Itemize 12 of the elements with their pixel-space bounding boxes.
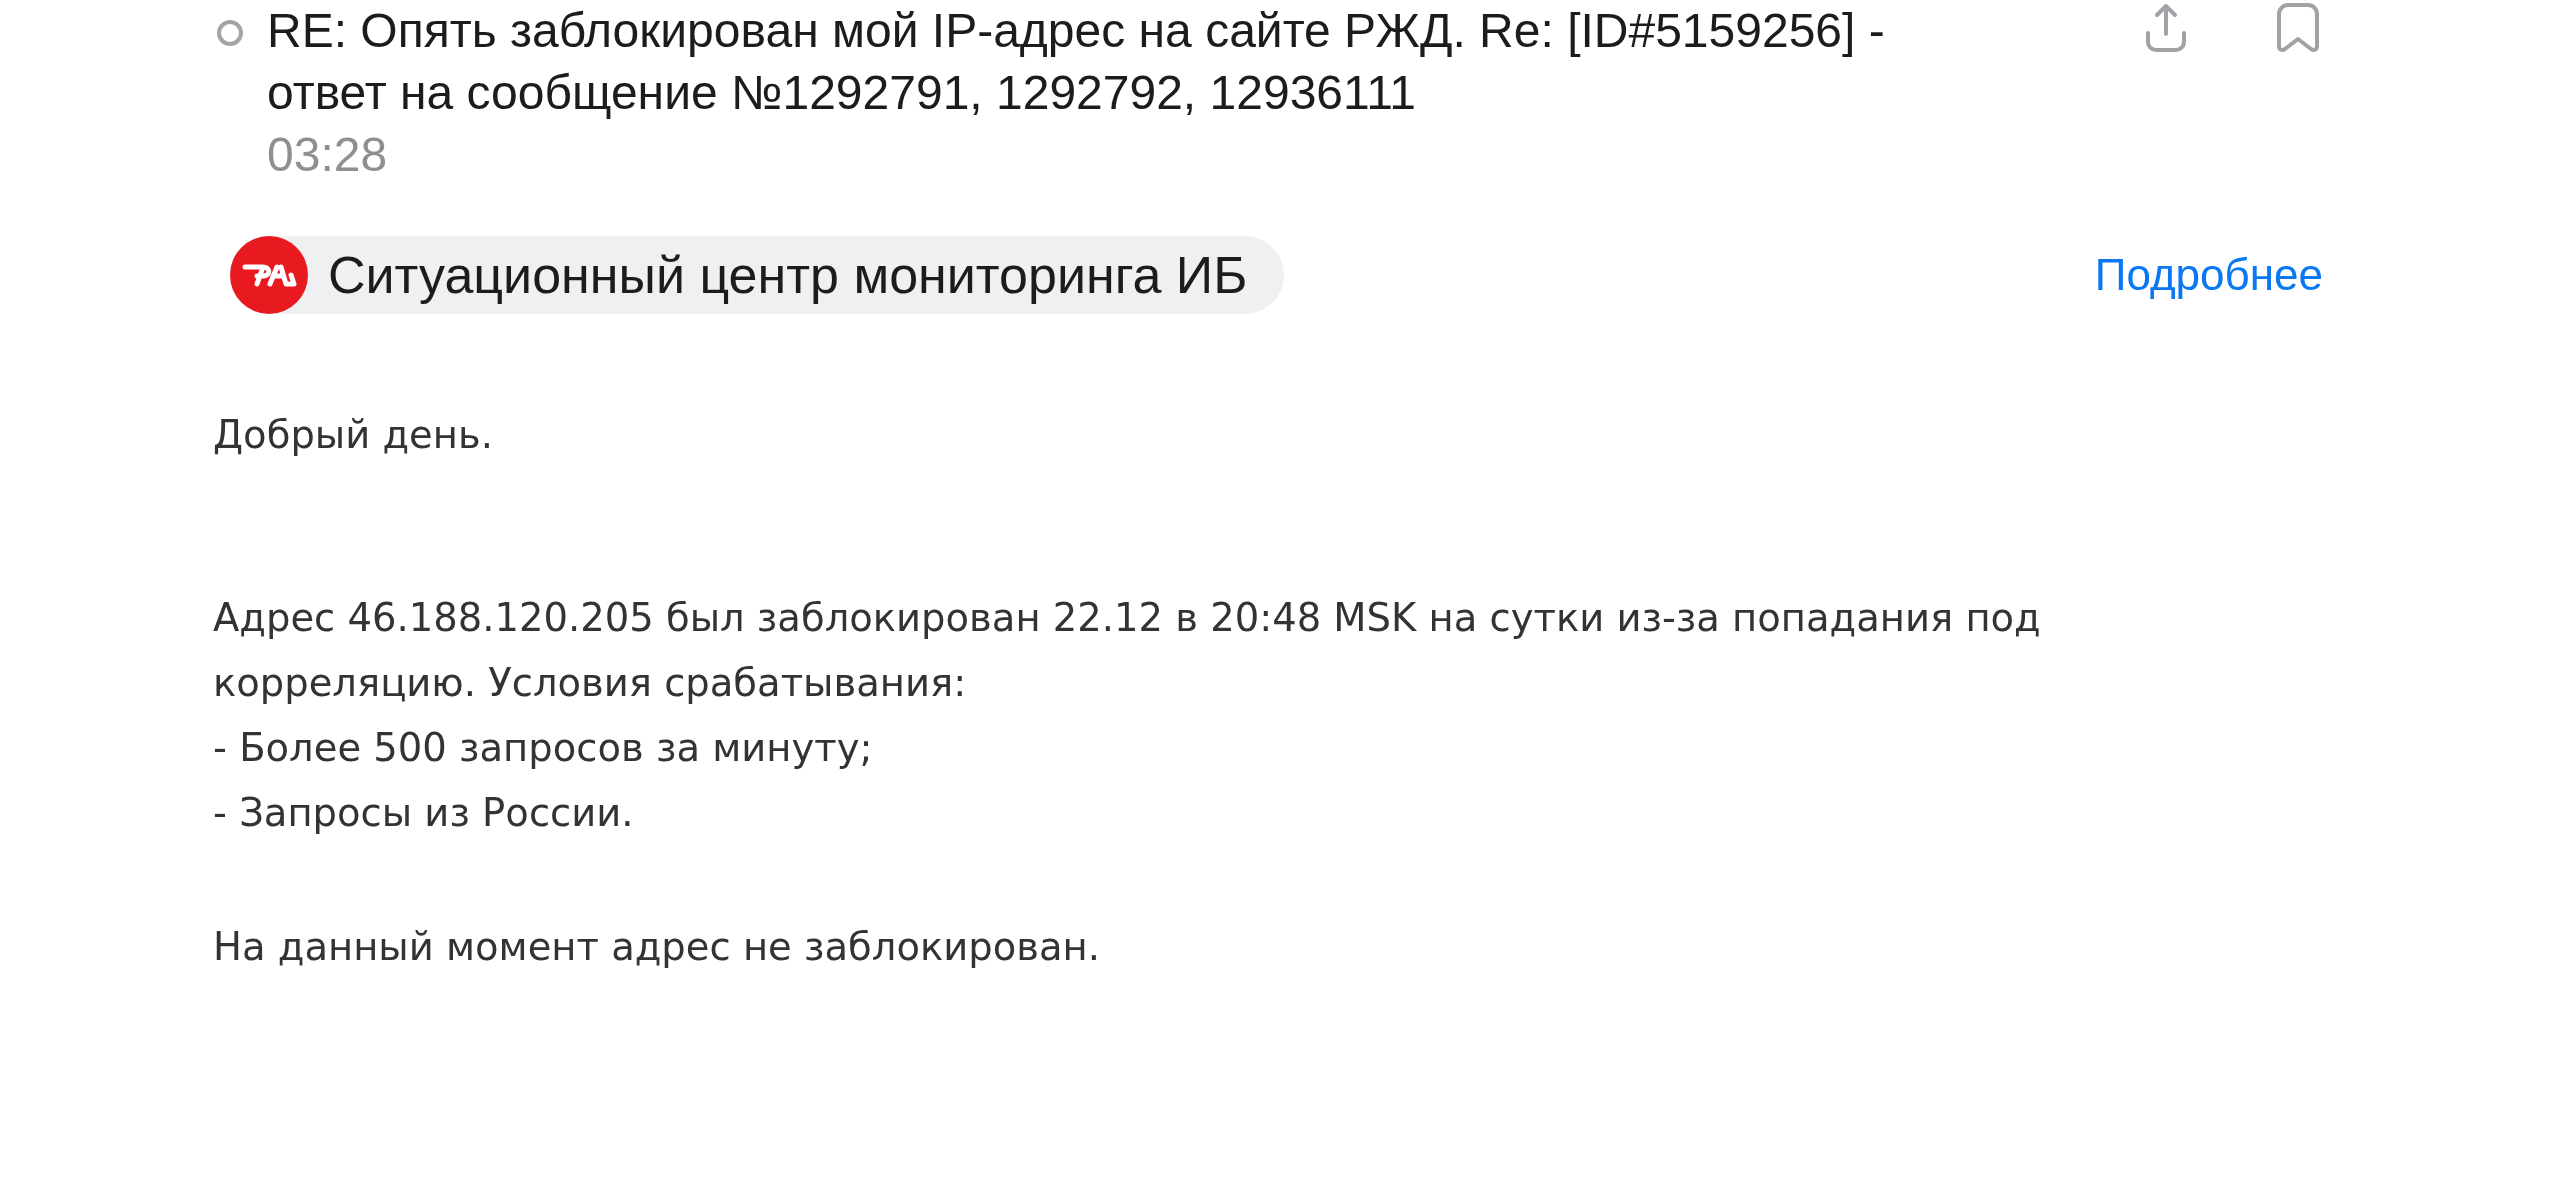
body-text: - Более 500 запросов за минуту; [213,724,874,772]
bookmark-icon[interactable] [2277,3,2319,53]
message-time: 03:28 [267,127,388,183]
body-text: Адрес 46.188.120.205 был заблокирован 22.12 в 20:48 MSK на сутки из-за попадания под корреляцию. Условия срабатывания: [213,594,2042,707]
sender-name: Ситуационный центр мониторинга ИБ [328,245,1248,305]
share-icon[interactable] [2145,3,2187,53]
body-text: На данный момент адрес не заблокирован. [213,923,1101,971]
details-link[interactable]: Подробнее [2094,250,2323,300]
message-subject: RE: Опять заблокирован мой IP-адрес на сайте РЖД. Re: [ID#5159256] - ответ на сообщение №1292791, 1292792, 12936111 [267,3,1886,121]
logo-icon [230,236,308,314]
body-text: - Запросы из России. [213,789,635,837]
greeting-text: Добрый день. [213,411,494,459]
